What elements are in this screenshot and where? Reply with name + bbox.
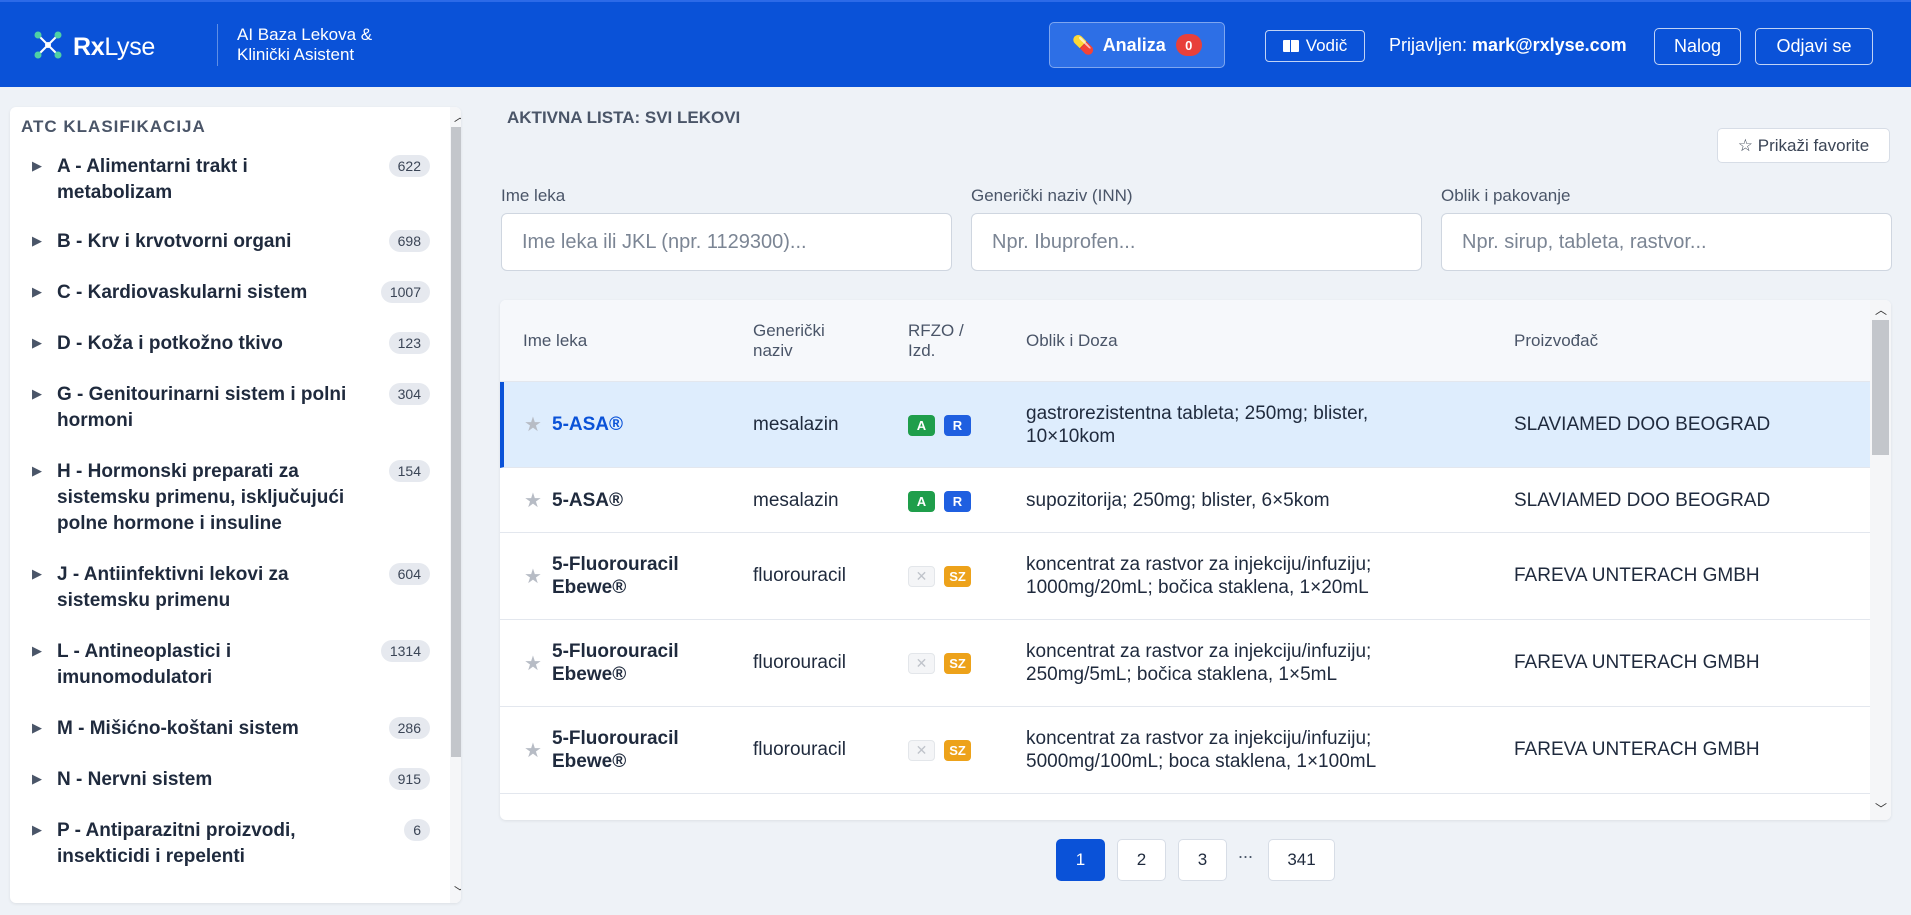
molecule-network-icon xyxy=(33,30,63,65)
atc-count: 154 xyxy=(388,460,430,482)
atc-count: 622 xyxy=(388,155,430,177)
analiza-count-badge: 0 xyxy=(1175,34,1202,56)
inn-input[interactable] xyxy=(971,213,1422,271)
app-header: RxLyse AI Baza Lekova & Klinički Asisten… xyxy=(0,0,1911,87)
page-1-button[interactable]: 1 xyxy=(1056,839,1105,881)
scroll-down-icon[interactable]: ﹀ xyxy=(1875,800,1887,817)
atc-count: 1007 xyxy=(380,281,430,303)
scroll-down-icon[interactable]: ﹀ xyxy=(454,883,461,900)
rfzo-tag: A xyxy=(908,491,935,512)
atc-count: 286 xyxy=(388,717,430,739)
vodic-label: Vodič xyxy=(1305,36,1348,55)
star-icon[interactable]: ★ xyxy=(524,488,542,513)
drug-name-input[interactable] xyxy=(501,213,952,271)
logo[interactable]: RxLyse xyxy=(33,30,155,65)
analiza-label: Analiza xyxy=(1102,34,1166,55)
table-row[interactable]: ★ 5-Fluorouracil Ebewe® fluorouracil ✕ S… xyxy=(500,707,1870,794)
col-header-name[interactable]: Ime leka xyxy=(523,331,587,351)
page-3-button[interactable]: 3 xyxy=(1178,839,1227,881)
page-2-button[interactable]: 2 xyxy=(1117,839,1166,881)
analiza-button[interactable]: 💊 Analiza 0 xyxy=(1049,22,1225,68)
active-list-title: AKTIVNA LISTA: SVI LEKOVI xyxy=(507,108,741,127)
page-last-button[interactable]: 341 xyxy=(1268,839,1335,881)
caret-right-icon: ▶ xyxy=(32,284,42,299)
atc-count: 304 xyxy=(388,383,430,405)
atc-count: 698 xyxy=(388,230,430,252)
caret-right-icon: ▶ xyxy=(32,386,42,401)
atc-count: 604 xyxy=(388,563,430,585)
col-header-maker[interactable]: Proizvođač xyxy=(1514,331,1598,351)
table-row[interactable]: ★ 5-Fluorouracil Ebewe® fluorouracil ✕ S… xyxy=(500,533,1870,620)
atc-count: 915 xyxy=(388,768,430,790)
izd-tag: SZ xyxy=(944,566,971,587)
atc-count: 6 xyxy=(404,819,430,841)
pill-icon: 💊 xyxy=(1072,34,1095,55)
table-row[interactable]: ★ 5-ASA® mesalazin A R gastrorezistentna… xyxy=(500,382,1870,468)
col-header-form[interactable]: Oblik i Doza xyxy=(1026,331,1118,351)
header-divider xyxy=(217,24,218,66)
star-icon[interactable]: ★ xyxy=(524,651,542,676)
caret-right-icon: ▶ xyxy=(32,643,42,658)
caret-right-icon: ▶ xyxy=(32,822,42,837)
show-favorites-button[interactable]: ☆ Prikaži favorite xyxy=(1717,128,1890,163)
izd-tag: SZ xyxy=(944,740,971,761)
rfzo-none-tag: ✕ xyxy=(908,653,935,674)
logout-button[interactable]: Odjavi se xyxy=(1755,28,1873,65)
scroll-up-icon[interactable]: ︿ xyxy=(1875,301,1887,318)
nalog-button[interactable]: Nalog xyxy=(1654,28,1741,65)
izd-tag: R xyxy=(944,491,971,512)
caret-right-icon: ▶ xyxy=(32,158,42,173)
caret-right-icon: ▶ xyxy=(32,566,42,581)
atc-sidebar: ATC KLASIFIKACIJA ▶ A - Alimentarni trak… xyxy=(10,107,461,903)
caret-right-icon: ▶ xyxy=(32,335,42,350)
scroll-up-icon[interactable]: ︿ xyxy=(454,108,461,125)
atc-count: 123 xyxy=(388,332,430,354)
logo-text: RxLyse xyxy=(73,33,156,61)
inn-field-label: Generički naziv (INN) xyxy=(971,186,1133,205)
table-scroll-thumb[interactable] xyxy=(1872,320,1889,455)
name-field-label: Ime leka xyxy=(501,186,566,205)
book-icon xyxy=(1282,40,1299,52)
sidebar-scroll-thumb[interactable] xyxy=(451,127,461,757)
rfzo-none-tag: ✕ xyxy=(908,566,935,587)
user-email: mark@rxlyse.com xyxy=(1472,35,1627,55)
vodic-button[interactable]: Vodič xyxy=(1265,30,1365,62)
star-icon[interactable]: ★ xyxy=(524,412,542,437)
caret-right-icon: ▶ xyxy=(32,233,42,248)
izd-tag: R xyxy=(944,415,971,436)
logged-in-user: Prijavljen: mark@rxlyse.com xyxy=(1389,35,1627,55)
col-header-generic[interactable]: Generički naziv xyxy=(753,321,825,361)
rfzo-tag: A xyxy=(908,415,935,436)
izd-tag: SZ xyxy=(944,653,971,674)
form-field-label: Oblik i pakovanje xyxy=(1441,186,1571,205)
rfzo-none-tag: ✕ xyxy=(908,740,935,761)
form-input[interactable] xyxy=(1441,213,1892,271)
star-icon[interactable]: ★ xyxy=(524,738,542,763)
caret-right-icon: ▶ xyxy=(32,720,42,735)
pagination-ellipsis: ... xyxy=(1238,842,1254,862)
table-header: Ime leka Generički naziv RFZO / Izd. Obl… xyxy=(500,300,1870,382)
table-row[interactable]: ★ 5-ASA® mesalazin A R supozitorija; 250… xyxy=(500,468,1870,533)
star-icon[interactable]: ★ xyxy=(524,564,542,589)
caret-right-icon: ▶ xyxy=(32,771,42,786)
app-subtitle: AI Baza Lekova & Klinički Asistent xyxy=(237,25,373,64)
col-header-rfzo[interactable]: RFZO / Izd. xyxy=(908,321,964,361)
caret-right-icon: ▶ xyxy=(32,463,42,478)
table-row[interactable]: ★ 5-Fluorouracil Ebewe® fluorouracil ✕ S… xyxy=(500,620,1870,707)
drug-table: Ime leka Generički naziv RFZO / Izd. Obl… xyxy=(500,300,1891,820)
atc-count: 1314 xyxy=(380,640,430,662)
sidebar-title: ATC KLASIFIKACIJA xyxy=(21,117,206,136)
